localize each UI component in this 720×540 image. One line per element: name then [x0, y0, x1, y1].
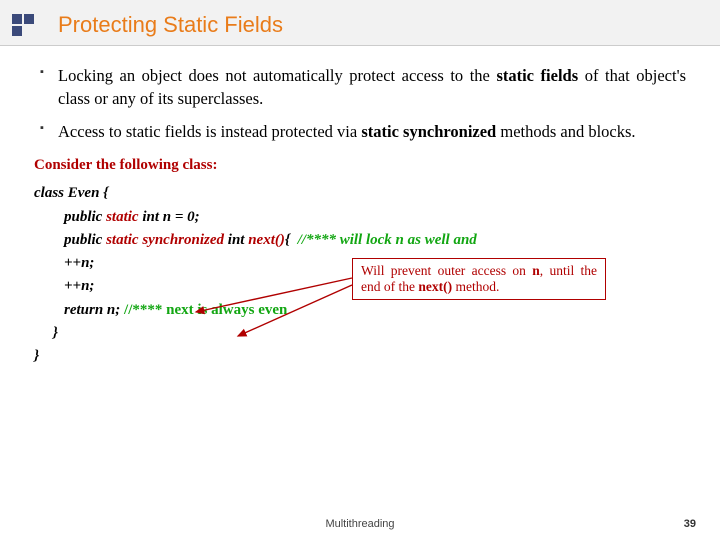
code-text: public: [34, 232, 106, 248]
callout-box: Will prevent outer access on n, until th…: [352, 258, 606, 300]
slide-title: Protecting Static Fields: [58, 12, 283, 38]
text-bold: static fields: [496, 66, 578, 85]
callout-text: method.: [452, 279, 499, 294]
bullet-item: Access to static fields is instead prote…: [34, 120, 686, 143]
code-line: class Even {: [34, 185, 108, 201]
callout-bold: next(): [418, 279, 452, 294]
code-line: ++n;: [34, 255, 94, 271]
code-text: public: [34, 209, 106, 225]
keyword-static: static: [106, 209, 139, 225]
logo-squares-icon: [12, 14, 34, 36]
code-text: return n;: [34, 302, 124, 318]
bullet-list: Locking an object does not automatically…: [34, 64, 686, 143]
code-line: }: [34, 348, 39, 364]
code-text: int: [224, 232, 248, 248]
subheading: Consider the following class:: [34, 157, 686, 174]
code-comment: //**** will lock n as well and: [298, 232, 477, 248]
slide-content: Locking an object does not automatically…: [0, 46, 720, 368]
code-line: ++n;: [34, 278, 94, 294]
code-text: {: [285, 232, 298, 248]
bullet-item: Locking an object does not automatically…: [34, 64, 686, 110]
text: methods and blocks.: [496, 122, 635, 141]
page-number: 39: [684, 518, 696, 530]
code-text: int n = 0;: [139, 209, 200, 225]
code-comment: //**** next is always even: [124, 302, 287, 318]
text: Access to static fields is instead prote…: [58, 122, 361, 141]
slide-header: Protecting Static Fields: [0, 0, 720, 46]
text: Locking an object does not automatically…: [58, 66, 496, 85]
keyword-static-sync: static synchronized: [106, 232, 224, 248]
code-line: }: [34, 325, 58, 341]
method-name: next(): [248, 232, 285, 248]
footer-label: Multithreading: [0, 518, 720, 530]
callout-text: Will prevent outer access on: [361, 263, 532, 278]
text-bold: static synchronized: [361, 122, 496, 141]
callout-bold: n: [532, 263, 540, 278]
